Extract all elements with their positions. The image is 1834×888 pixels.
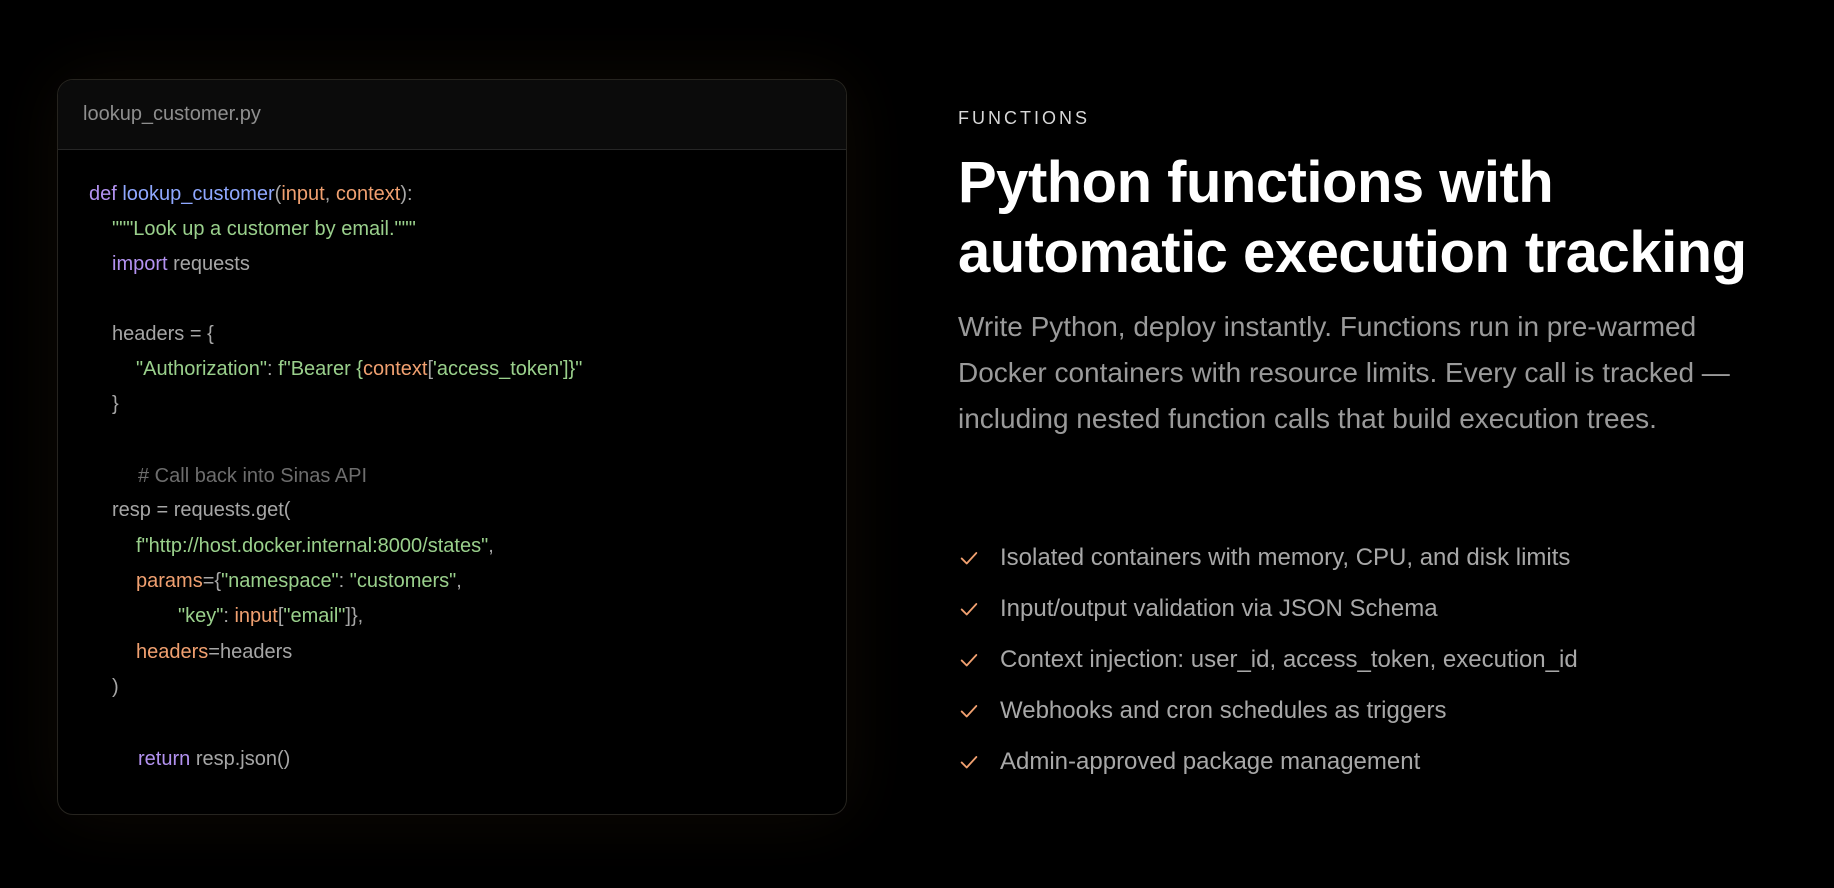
check-icon bbox=[960, 653, 978, 666]
code-token: , bbox=[324, 183, 336, 205]
code-token: ) bbox=[112, 676, 119, 698]
code-token: ]}" bbox=[562, 358, 583, 380]
feature-text: Input/output validation via JSON Schema bbox=[1000, 594, 1438, 622]
code-token: ]}, bbox=[345, 605, 364, 627]
code-line: ) bbox=[112, 673, 119, 701]
code-token: : bbox=[266, 358, 279, 380]
code-token: : bbox=[338, 570, 350, 592]
feature-text: Admin-approved package management bbox=[1000, 747, 1421, 775]
code-line: """Look up a customer by email.""" bbox=[112, 215, 416, 243]
feature-item: Isolated containers with memory, CPU, an… bbox=[958, 532, 1578, 583]
section-headline: Python functions with automatic executio… bbox=[958, 150, 1747, 285]
code-token: "email" bbox=[283, 605, 346, 627]
code-token: =headers bbox=[208, 641, 293, 663]
feature-item: Input/output validation via JSON Schema bbox=[958, 583, 1578, 634]
code-token: resp.json() bbox=[195, 748, 291, 770]
code-token: "namespace" bbox=[221, 570, 339, 592]
code-token: headers bbox=[136, 641, 209, 663]
code-token: input bbox=[234, 605, 278, 627]
code-token: f"http://host.docker.internal:8000/state… bbox=[136, 535, 489, 557]
feature-item: Webhooks and cron schedules as triggers bbox=[958, 685, 1578, 736]
code-line: def lookup_customer(input, context): bbox=[89, 180, 413, 208]
code-token: , bbox=[488, 535, 494, 557]
code-token: """Look up a customer by email.""" bbox=[112, 218, 416, 240]
code-card: lookup_customer.py def lookup_customer(i… bbox=[57, 79, 847, 815]
code-line: params={"namespace": "customers", bbox=[136, 567, 462, 595]
feature-item: Context injection: user_id, access_token… bbox=[958, 634, 1578, 685]
code-token: context bbox=[335, 183, 401, 205]
code-line: headers=headers bbox=[136, 638, 292, 666]
code-token: lookup_customer bbox=[122, 183, 275, 205]
code-token: headers = { bbox=[112, 323, 214, 345]
code-token: "customers" bbox=[349, 570, 457, 592]
code-line: f"http://host.docker.internal:8000/state… bbox=[136, 532, 494, 560]
section-eyebrow: FUNCTIONS bbox=[958, 108, 1090, 128]
code-line: headers = { bbox=[112, 320, 214, 348]
code-token: def bbox=[89, 183, 123, 205]
code-token: "Authorization" bbox=[136, 358, 267, 380]
page: lookup_customer.py def lookup_customer(i… bbox=[0, 0, 1834, 888]
code-header: lookup_customer.py bbox=[58, 80, 846, 150]
code-token: # Call back into Sinas API bbox=[138, 465, 368, 487]
feature-text: Webhooks and cron schedules as triggers bbox=[1000, 696, 1447, 724]
code-token: context bbox=[362, 358, 428, 380]
code-filename: lookup_customer.py bbox=[83, 103, 261, 125]
code-token: import bbox=[112, 253, 174, 275]
code-line: # Call back into Sinas API bbox=[138, 462, 367, 490]
check-icon bbox=[960, 704, 978, 717]
code-line: } bbox=[112, 390, 119, 418]
code-token: ={ bbox=[202, 570, 222, 592]
feature-text: Context injection: user_id, access_token… bbox=[1000, 645, 1578, 673]
code-token: requests bbox=[173, 253, 250, 275]
section-description: Write Python, deploy instantly. Function… bbox=[958, 311, 1730, 434]
code-body: def lookup_customer(input, context): """L… bbox=[58, 150, 846, 814]
check-icon bbox=[960, 602, 978, 615]
code-token: params bbox=[136, 570, 203, 592]
feature-list: Isolated containers with memory, CPU, an… bbox=[958, 532, 1578, 787]
code-line: "Authorization": f"Bearer {context['acce… bbox=[136, 355, 582, 383]
code-token: return bbox=[138, 748, 196, 770]
code-token: input bbox=[281, 183, 325, 205]
code-token: , bbox=[456, 570, 462, 592]
code-line: "key": input["email"]}, bbox=[178, 602, 363, 630]
code-token: } bbox=[112, 393, 119, 415]
feature-text: Isolated containers with memory, CPU, an… bbox=[1000, 543, 1571, 571]
check-icon bbox=[960, 755, 978, 768]
code-token: ): bbox=[400, 183, 413, 205]
code-line: return resp.json() bbox=[138, 745, 290, 773]
check-icon bbox=[960, 551, 978, 564]
feature-item: Admin-approved package management bbox=[958, 736, 1578, 787]
code-line: resp = requests.get( bbox=[112, 496, 290, 524]
code-token: resp = requests.get( bbox=[112, 499, 291, 521]
code-token: "key" bbox=[178, 605, 224, 627]
code-token: : bbox=[223, 605, 235, 627]
code-line: import requests bbox=[112, 250, 250, 278]
code-token: f"Bearer { bbox=[278, 358, 363, 380]
code-token: 'access_token' bbox=[433, 358, 563, 380]
